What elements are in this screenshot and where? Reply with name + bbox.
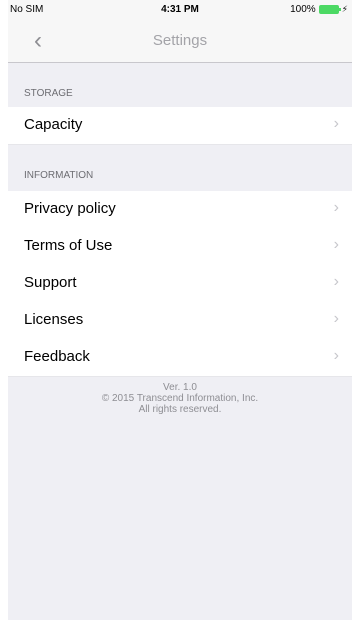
page-title: Settings: [152, 32, 208, 49]
footer-info: Ver. 1.0 © 2015 Transcend Information, I…: [8, 382, 352, 415]
row-privacy-policy[interactable]: Privacy policy ›: [8, 191, 352, 229]
chevron-right-icon: ›: [333, 236, 339, 253]
chevron-right-icon: ›: [333, 199, 339, 216]
row-support[interactable]: Support ›: [8, 265, 352, 303]
chevron-right-icon: ›: [333, 347, 339, 364]
row-licenses[interactable]: Licenses ›: [8, 302, 352, 340]
row-label: Privacy policy: [24, 200, 116, 217]
section-header-storage: STORAGE: [8, 63, 352, 107]
row-feedback[interactable]: Feedback ›: [8, 339, 352, 377]
chevron-right-icon: ›: [333, 310, 339, 327]
section-header-information: INFORMATION: [8, 145, 352, 189]
rights-text: All rights reserved.: [138, 404, 222, 415]
row-terms-of-use[interactable]: Terms of Use ›: [8, 228, 352, 266]
status-bar: No SIM 4:31 PM 100% ⚡: [8, 0, 352, 20]
copyright-text: © 2015 Transcend Information, Inc.: [101, 393, 259, 404]
chevron-right-icon: ›: [333, 273, 339, 290]
navigation-bar: ‹ Settings: [8, 20, 352, 63]
section-header-label: STORAGE: [24, 88, 73, 99]
row-capacity[interactable]: Capacity ›: [8, 107, 352, 145]
row-label: Capacity: [24, 116, 83, 133]
battery-indicator: 100% ⚡: [290, 4, 348, 15]
charging-icon: ⚡: [341, 4, 348, 14]
battery-icon: [318, 5, 341, 14]
section-header-label: INFORMATION: [24, 170, 94, 181]
row-label: Terms of Use: [24, 237, 113, 254]
settings-screen: No SIM 4:31 PM 100% ⚡ ‹ Settings STORAGE…: [8, 0, 352, 620]
battery-percent: 100%: [290, 4, 316, 15]
row-label: Feedback: [24, 348, 90, 365]
row-label: Licenses: [24, 311, 84, 328]
version-text: Ver. 1.0: [163, 382, 197, 393]
row-label: Support: [24, 274, 77, 291]
chevron-right-icon: ›: [333, 115, 339, 132]
